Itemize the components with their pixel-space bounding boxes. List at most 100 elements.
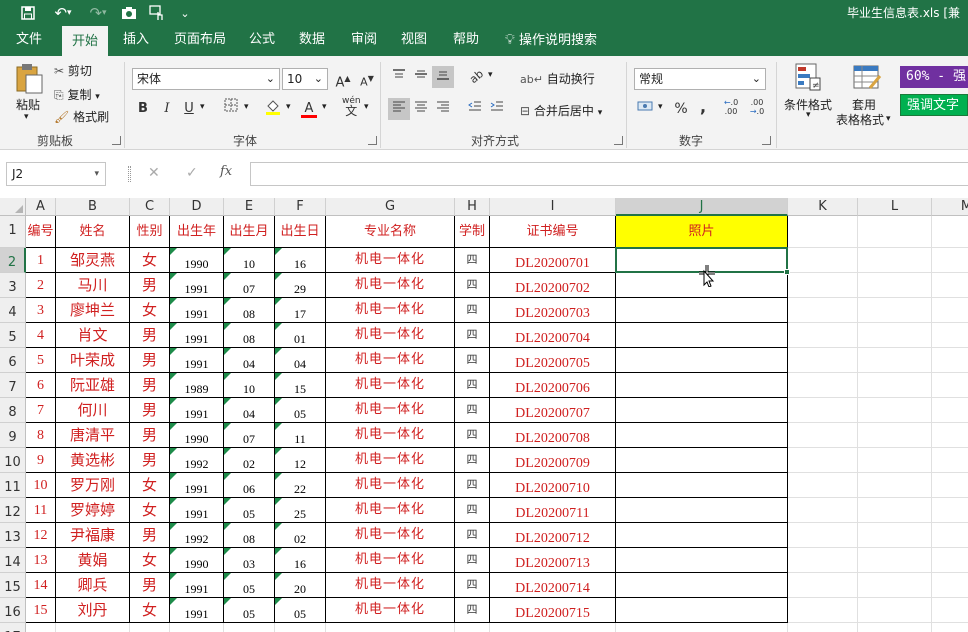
row-header-10[interactable]: 10 (0, 448, 26, 473)
cell[interactable] (858, 248, 932, 273)
conditional-format-icon[interactable]: ≠ (794, 62, 822, 95)
column-header-c[interactable]: C (130, 198, 170, 216)
cell[interactable] (788, 423, 858, 448)
cell[interactable] (932, 373, 968, 398)
table-cell[interactable]: 机电一体化 (326, 548, 455, 573)
row-header-12[interactable]: 12 (0, 498, 26, 523)
table-cell[interactable]: DL20200704 (490, 323, 616, 348)
cell[interactable] (932, 623, 968, 632)
table-cell[interactable]: 机电一体化 (326, 348, 455, 373)
table-header-cell[interactable]: 姓名 (56, 216, 130, 248)
accounting-dropdown-icon[interactable]: ▾ (658, 102, 663, 112)
table-cell[interactable]: 女 (130, 548, 170, 573)
row-header-11[interactable]: 11 (0, 473, 26, 498)
column-header-l[interactable]: L (858, 198, 932, 216)
cell[interactable] (788, 598, 858, 623)
font-color-icon[interactable]: A (298, 98, 320, 120)
row-header-3[interactable]: 3 (0, 273, 26, 298)
row-header-7[interactable]: 7 (0, 373, 26, 398)
row-header-5[interactable]: 5 (0, 323, 26, 348)
cell[interactable] (858, 323, 932, 348)
cell[interactable] (788, 498, 858, 523)
format-as-table-line2[interactable]: 表格格式 (836, 111, 884, 128)
increase-indent-icon[interactable] (486, 98, 508, 120)
decrease-decimal-button[interactable]: .00 →.0 (746, 98, 768, 120)
cell[interactable] (788, 398, 858, 423)
resize-handle[interactable] (128, 166, 131, 182)
cell[interactable] (932, 473, 968, 498)
table-cell[interactable]: 02 (224, 448, 275, 473)
table-cell[interactable]: 14 (26, 573, 56, 598)
table-cell[interactable]: 机电一体化 (326, 398, 455, 423)
table-cell[interactable]: 1991 (170, 573, 224, 598)
table-cell[interactable]: 刘丹 (56, 598, 130, 623)
photo-cell[interactable] (616, 298, 788, 323)
table-cell[interactable]: 四 (455, 523, 490, 548)
cell[interactable] (788, 323, 858, 348)
column-header-a[interactable]: A (26, 198, 56, 216)
table-cell[interactable]: 机电一体化 (326, 523, 455, 548)
table-cell[interactable]: 05 (224, 573, 275, 598)
table-cell[interactable]: 8 (26, 423, 56, 448)
cell[interactable] (455, 623, 490, 632)
format-painter-button[interactable]: 🖌︎ 格式刷 (54, 108, 109, 125)
table-cell[interactable]: 机电一体化 (326, 373, 455, 398)
table-cell[interactable]: DL20200707 (490, 398, 616, 423)
table-cell[interactable]: 男 (130, 373, 170, 398)
table-cell[interactable]: 15 (275, 373, 326, 398)
table-cell[interactable]: 10 (224, 373, 275, 398)
font-launcher-icon[interactable] (368, 136, 377, 145)
table-cell[interactable]: 四 (455, 248, 490, 273)
cell[interactable] (788, 573, 858, 598)
table-cell[interactable]: DL20200713 (490, 548, 616, 573)
table-cell[interactable]: DL20200714 (490, 573, 616, 598)
table-cell[interactable]: 11 (275, 423, 326, 448)
redo-icon[interactable]: ↷ ▾ (84, 0, 112, 26)
cell[interactable] (858, 548, 932, 573)
cell[interactable] (858, 448, 932, 473)
table-cell[interactable]: 男 (130, 323, 170, 348)
table-cell[interactable]: 04 (224, 348, 275, 373)
table-cell[interactable]: 1991 (170, 348, 224, 373)
table-cell[interactable]: 1 (26, 248, 56, 273)
table-cell[interactable]: 四 (455, 298, 490, 323)
table-cell[interactable]: 机电一体化 (326, 248, 455, 273)
paste-icon[interactable] (14, 62, 46, 96)
table-cell[interactable]: 叶荣成 (56, 348, 130, 373)
table-cell[interactable]: 四 (455, 473, 490, 498)
cell[interactable] (788, 373, 858, 398)
row-header-1[interactable]: 1 (0, 216, 26, 248)
table-cell[interactable]: 04 (224, 398, 275, 423)
alignment-launcher-icon[interactable] (614, 136, 623, 145)
format-as-table-dropdown-icon[interactable]: ▾ (886, 114, 891, 124)
tab-view[interactable]: 视图 (392, 26, 436, 56)
cell[interactable] (788, 523, 858, 548)
cell[interactable] (858, 423, 932, 448)
table-header-cell[interactable]: 编号 (26, 216, 56, 248)
table-cell[interactable]: 1989 (170, 373, 224, 398)
cell[interactable] (788, 216, 858, 248)
table-header-cell[interactable]: 出生日 (275, 216, 326, 248)
cell[interactable] (932, 598, 968, 623)
table-cell[interactable]: 05 (224, 498, 275, 523)
tell-me-search[interactable]: 💡︎ 操作说明搜索 (505, 26, 597, 56)
row-header-15[interactable]: 15 (0, 573, 26, 598)
table-cell[interactable]: 机电一体化 (326, 298, 455, 323)
cell[interactable] (224, 623, 275, 632)
table-cell[interactable]: 四 (455, 323, 490, 348)
wrap-text-button[interactable]: ab↵ 自动换行 (520, 70, 595, 87)
cell[interactable] (490, 623, 616, 632)
table-cell[interactable]: 1991 (170, 598, 224, 623)
table-cell[interactable]: DL20200705 (490, 348, 616, 373)
grow-font-button[interactable]: A▲ (332, 68, 354, 90)
table-cell[interactable]: 机电一体化 (326, 323, 455, 348)
table-cell[interactable]: 女 (130, 498, 170, 523)
table-cell[interactable]: 20 (275, 573, 326, 598)
cell[interactable] (932, 398, 968, 423)
table-cell[interactable]: 机电一体化 (326, 273, 455, 298)
cut-button[interactable]: ✂ 剪切 (54, 62, 92, 79)
formula-input[interactable] (250, 162, 968, 186)
table-cell[interactable]: 男 (130, 273, 170, 298)
table-cell[interactable]: 1991 (170, 298, 224, 323)
table-cell[interactable]: 卿兵 (56, 573, 130, 598)
